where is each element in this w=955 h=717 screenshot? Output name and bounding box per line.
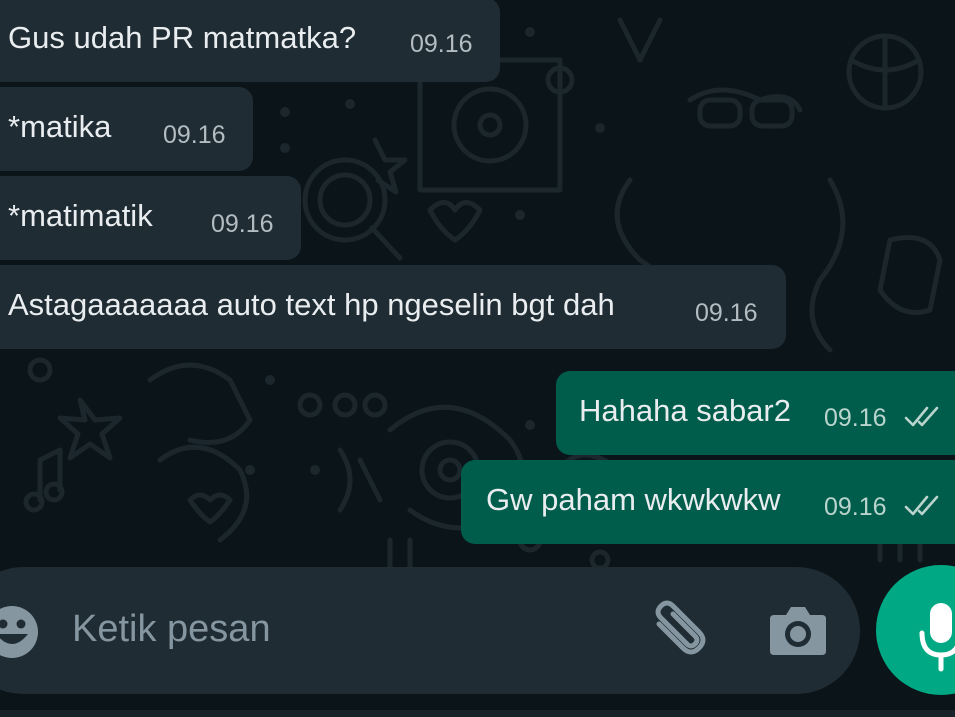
camera-icon[interactable]	[768, 603, 828, 657]
navigation-bar-edge	[0, 710, 955, 717]
incoming-message[interactable]: *matika 09.16	[0, 87, 253, 171]
message-time: 09.16	[163, 121, 226, 149]
message-text: *matika	[8, 109, 112, 145]
message-text: *matimatik	[8, 198, 153, 234]
double-check-icon	[904, 406, 939, 427]
message-text: Astagaaaaaaa auto text hp ngeselin bgt d…	[8, 287, 615, 323]
incoming-message[interactable]: Astagaaaaaaa auto text hp ngeselin bgt d…	[0, 265, 786, 349]
message-time: 09.16	[211, 210, 274, 238]
message-time: 09.16	[824, 493, 887, 521]
message-input-placeholder: Ketik pesan	[72, 608, 271, 650]
microphone-icon	[919, 603, 955, 672]
message-time: 09.16	[824, 404, 887, 432]
incoming-message[interactable]: Gus udah PR matmatka? 09.16	[0, 0, 500, 82]
message-text: Gw paham wkwkwkw	[486, 482, 781, 518]
outgoing-message[interactable]: Hahaha sabar2 09.16	[556, 371, 955, 455]
message-text: Hahaha sabar2	[579, 393, 791, 429]
message-text: Gus udah PR matmatka?	[8, 20, 357, 56]
message-time: 09.16	[410, 30, 473, 58]
double-check-icon	[904, 495, 939, 516]
chat-screen: Gus udah PR matmatka? 09.16 *matika 09.1…	[0, 0, 955, 717]
outgoing-message[interactable]: Gw paham wkwkwkw 09.16	[461, 460, 955, 544]
message-time: 09.16	[695, 299, 758, 327]
incoming-message[interactable]: *matimatik 09.16	[0, 176, 301, 260]
paperclip-icon[interactable]	[645, 600, 709, 664]
emoji-icon[interactable]	[0, 602, 42, 662]
